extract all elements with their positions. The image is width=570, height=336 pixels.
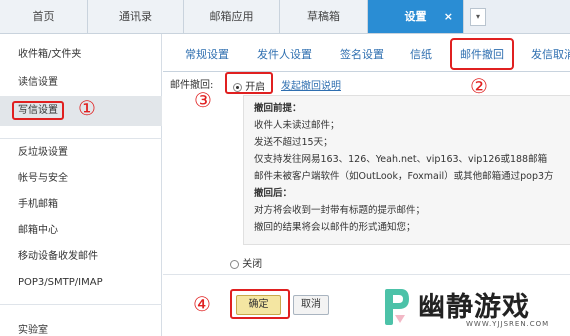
info-line: 邮件未被客户端软件（如OutLook，Foxmail）或其他邮箱通过pop3方 — [254, 171, 554, 182]
radio-on[interactable] — [233, 82, 242, 92]
sidebar-item-account-security[interactable]: 帐号与安全 — [0, 166, 162, 192]
recall-info-box: 撤回前提： 收件人未读过邮件； 发送不超过15天； 仅支持发往网易163、126… — [243, 95, 570, 245]
ok-button[interactable]: 确定 — [236, 295, 281, 315]
subtab-mail-recall[interactable]: 邮件撤回 — [450, 38, 514, 70]
divider — [0, 304, 162, 305]
top-tab-bar: 首页 通讯录 邮箱应用 草稿箱 设置 × ▾ — [0, 0, 570, 34]
sidebar-item-label: 帐号与安全 — [18, 173, 68, 184]
recall-on-label: 开启 — [245, 82, 266, 93]
sidebar-item-label: 手机邮箱 — [18, 199, 58, 210]
sidebar-item-labs[interactable]: 实验室 — [0, 318, 162, 336]
sidebar-item-antispam[interactable]: 反垃圾设置 — [0, 140, 162, 166]
step-marker-4: ④ — [193, 292, 211, 316]
settings-subtabs: 常规设置 发件人设置 签名设置 信纸 邮件撤回 发信取消 — [163, 34, 570, 72]
sidebar-item-inbox-folders[interactable]: 收件箱/文件夹 — [0, 42, 162, 68]
sidebar-item-label: 移动设备收发邮件 — [18, 251, 98, 262]
cancel-button[interactable]: 取消 — [293, 295, 329, 315]
sidebar-item-mobile-devices[interactable]: 移动设备收发邮件 — [0, 244, 162, 270]
info-line: 对方将会收到一封带有标题的提示邮件； — [254, 205, 426, 216]
step-marker-3: ③ — [194, 88, 212, 112]
recall-help-link[interactable]: 发起撤回说明 — [281, 77, 341, 92]
info-line: 收件人未读过邮件； — [254, 120, 340, 131]
tab-home[interactable]: 首页 — [0, 0, 88, 33]
recall-on-option[interactable]: 开启 — [225, 72, 274, 94]
info-line: 撤回前提： — [254, 103, 302, 114]
info-line: 发送不超过15天； — [254, 137, 333, 148]
subtab-send-cancel[interactable]: 发信取消 — [531, 46, 570, 62]
recall-off-option[interactable]: 关闭 — [230, 255, 262, 270]
tab-drafts[interactable]: 草稿箱 — [280, 0, 368, 33]
settings-sidebar: 收件箱/文件夹 读信设置 写信设置 ① 反垃圾设置 帐号与安全 手机邮箱 邮箱中… — [0, 34, 162, 336]
divider — [163, 274, 570, 275]
subtab-stationery[interactable]: 信纸 — [410, 46, 432, 62]
watermark-url: WWW.YJJSREN.COM — [466, 320, 550, 328]
sidebar-item-label: 写信设置 — [12, 101, 64, 120]
sidebar-item-label: 邮箱中心 — [18, 225, 58, 236]
sidebar-item-label: 反垃圾设置 — [18, 147, 68, 158]
sidebar-item-mobile-mail[interactable]: 手机邮箱 — [0, 192, 162, 218]
watermark-text: 幽静游戏 — [418, 292, 530, 323]
sidebar-item-label: POP3/SMTP/IMAP — [18, 277, 103, 288]
tab-mail-apps[interactable]: 邮箱应用 — [184, 0, 280, 33]
sidebar-item-pop3-smtp-imap[interactable]: POP3/SMTP/IMAP — [0, 270, 162, 296]
subtab-signature[interactable]: 签名设置 — [340, 46, 384, 62]
subtab-general[interactable]: 常规设置 — [185, 46, 229, 62]
close-icon[interactable]: × — [444, 0, 453, 33]
divider — [0, 138, 162, 139]
info-line: 撤回后： — [254, 188, 293, 199]
info-line: 撤回的结果将会以邮件的形式通知您； — [254, 222, 416, 233]
chevron-down-icon[interactable]: ▾ — [470, 8, 486, 26]
tab-settings[interactable]: 设置 × — [368, 0, 464, 33]
sidebar-item-label: 读信设置 — [18, 77, 58, 88]
info-line: 仅支持发往网易163、126、Yeah.net、vip163、vip126或18… — [254, 154, 548, 165]
sidebar-item-mail-center[interactable]: 邮箱中心 — [0, 218, 162, 244]
watermark-logo-icon — [385, 289, 409, 325]
recall-off-label: 关闭 — [242, 259, 263, 270]
sidebar-item-read-settings[interactable]: 读信设置 — [0, 70, 162, 96]
tab-settings-label: 设置 — [404, 10, 427, 23]
subtab-sender[interactable]: 发件人设置 — [257, 46, 312, 62]
tab-contacts[interactable]: 通讯录 — [88, 0, 184, 33]
step-marker-1: ① — [78, 96, 96, 120]
sidebar-item-label: 实验室 — [18, 325, 48, 336]
sidebar-item-label: 收件箱/文件夹 — [18, 49, 82, 60]
radio-off[interactable] — [230, 259, 239, 269]
